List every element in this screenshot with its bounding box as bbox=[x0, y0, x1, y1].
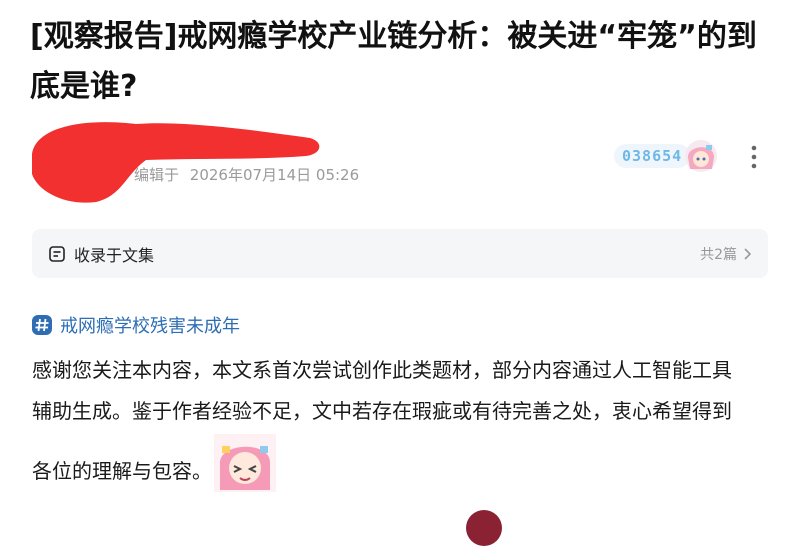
collection-book-icon bbox=[49, 245, 65, 262]
topic-tag[interactable]: 戒网瘾学校残害未成年 bbox=[32, 312, 240, 338]
badge-number: 038654 bbox=[614, 144, 691, 168]
anime-avatar-icon bbox=[685, 140, 718, 172]
edited-time: 2026年07月14日 05:26 bbox=[189, 166, 360, 184]
body-line: 各位的理解与包容。 bbox=[32, 459, 212, 483]
body-line: 辅助生成。鉴于作者经验不足，文中若存在瑕疵或有待完善之处，衷心希望得到 bbox=[32, 399, 732, 423]
body-line: 感谢您关注本内容，本文系首次尝试创作此类题材，部分内容通过人工智能工具 bbox=[32, 358, 732, 382]
topic-label: 戒网瘾学校残害未成年 bbox=[60, 316, 240, 337]
author-redaction bbox=[32, 122, 320, 203]
collection-label: 收录于文集 bbox=[74, 245, 155, 265]
anime-sticker-icon bbox=[214, 434, 276, 492]
hashtag-icon bbox=[32, 315, 52, 335]
article-body: 感谢您关注本内容，本文系首次尝试创作此类题材，部分内容通过人工智能工具 辅助生成… bbox=[32, 350, 772, 492]
edited-label: 编辑于 bbox=[134, 166, 180, 184]
collection-count: 共2篇 bbox=[700, 246, 737, 263]
collection-bar[interactable]: 收录于文集 共2篇 bbox=[32, 229, 768, 278]
edit-timestamp: 编辑于 2026年07月14日 05:26 bbox=[134, 164, 359, 185]
more-options-icon[interactable] bbox=[748, 144, 760, 170]
user-badge[interactable]: 038654 bbox=[614, 140, 734, 172]
collection-count-group: 共2篇 bbox=[700, 244, 752, 264]
body-line-with-sticker: 各位的理解与包容。 bbox=[32, 432, 772, 492]
chevron-right-icon bbox=[744, 247, 752, 260]
article-title: [观察报告]戒网瘾学校产业链分析：被关进“牢笼”的到底是谁? bbox=[30, 19, 757, 104]
avatar-partial bbox=[466, 510, 502, 546]
